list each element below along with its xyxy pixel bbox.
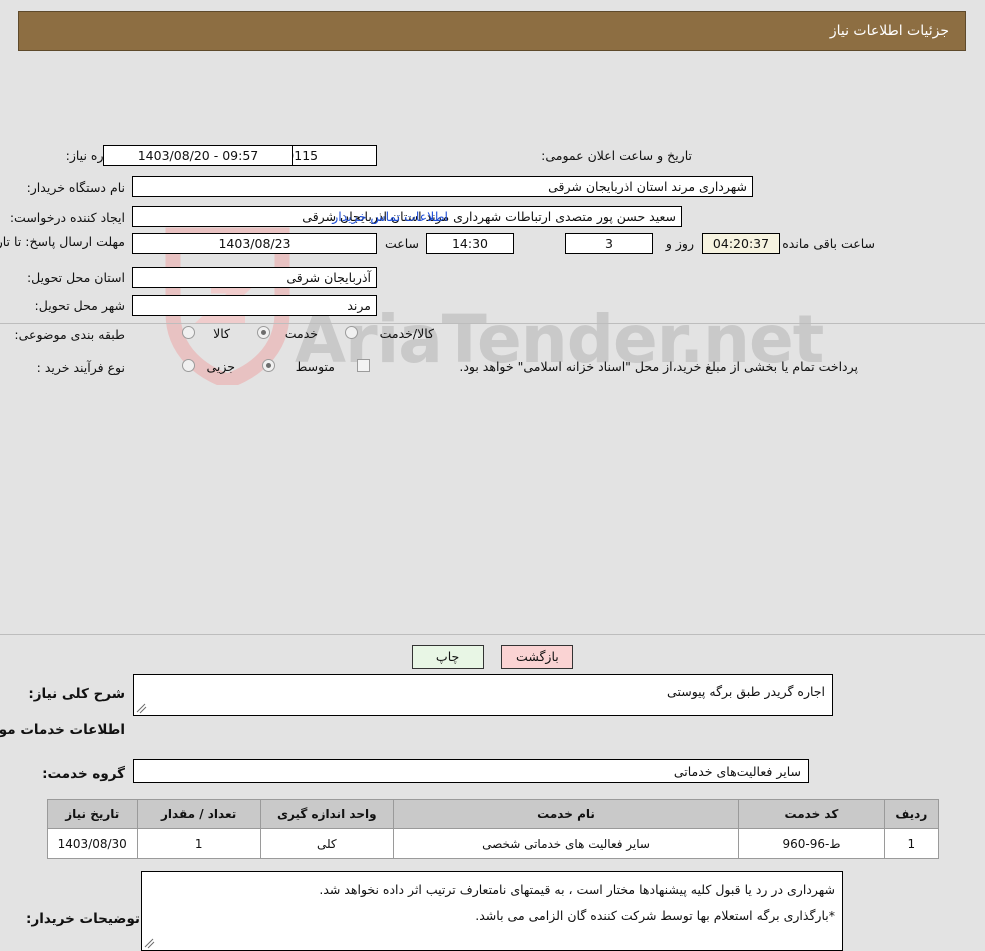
announcement-datetime-label: تاریخ و ساعت اعلان عمومی: <box>541 148 692 163</box>
delivery-province-value: آذربایجان شرقی <box>132 267 377 288</box>
delivery-city-value: مرند <box>132 295 377 316</box>
resize-grip-icon[interactable] <box>144 938 155 949</box>
cell-radif: 1 <box>883 828 940 859</box>
action-button-bar: بازگشت چاپ <box>0 645 985 669</box>
days-and-label: روز و <box>665 236 694 251</box>
column-header-unit: واحد اندازه گیری <box>259 799 394 829</box>
delivery-province-label: استان محل تحویل: <box>26 270 125 285</box>
column-header-need-date: تاریخ نیاز <box>47 799 138 829</box>
column-header-radif: ردیف <box>883 799 940 829</box>
cell-name: سایر فعالیت های خدماتی شخصی <box>392 828 740 859</box>
need-details-panel: شرح کلی نیاز: اجاره گریدر طبق برگه پیوست… <box>0 325 985 951</box>
buyer-notes-textarea[interactable]: شهرداری در رد یا قبول کلیه پیشنهادها مخت… <box>141 871 843 951</box>
cell-quantity: 1 <box>136 828 261 859</box>
general-description-value: اجاره گریدر طبق برگه پیوستی <box>667 684 825 699</box>
cell-need-date: 1403/08/30 <box>47 828 138 859</box>
print-button[interactable]: چاپ <box>411 645 484 669</box>
column-header-name: نام خدمت <box>392 799 740 829</box>
service-group-field[interactable]: سایر فعالیت‌های خدماتی <box>133 759 809 783</box>
remaining-time-value: 04:20:37 <box>702 233 780 254</box>
announcement-datetime-value: 09:57 - 1403/08/20 <box>103 145 293 166</box>
cell-unit: کلی <box>259 828 394 859</box>
general-description-label: شرح کلی نیاز: <box>28 686 125 702</box>
buyer-notes-line-1: شهرداری در رد یا قبول کلیه پیشنهادها مخت… <box>319 882 835 897</box>
buyer-organisation-value: شهرداری مرند استان اذربایجان شرقی <box>132 176 753 197</box>
response-deadline-label: مهلت ارسال پاسخ: تا تاریخ: <box>0 234 125 249</box>
summary-panel: شماره نیاز: 1103050150000115 تاریخ و ساع… <box>0 62 985 375</box>
back-button[interactable]: بازگشت <box>501 645 574 669</box>
service-group-label: گروه خدمت: <box>42 766 125 782</box>
column-header-quantity: تعداد / مقدار <box>136 799 261 829</box>
table-row: 1 ط-96-960 سایر فعالیت های خدماتی شخصی ک… <box>47 828 940 859</box>
buyer-contact-link[interactable]: اطلاعات تماس خریدار <box>307 209 448 224</box>
deadline-date-value: 1403/08/23 <box>132 233 377 254</box>
deadline-time-value: 14:30 <box>426 233 514 254</box>
cell-code: ط-96-960 <box>738 828 885 859</box>
remaining-suffix-label: ساعت باقی مانده <box>782 236 875 251</box>
buyer-notes-label: توضیحات خریدار: <box>26 911 140 927</box>
resize-grip-icon[interactable] <box>136 703 147 714</box>
remaining-days-value: 3 <box>565 233 653 254</box>
deadline-hour-label: ساعت <box>384 236 419 251</box>
requester-label: ایجاد کننده درخواست: <box>9 210 125 225</box>
page-header-bar: جزئیات اطلاعات نیاز <box>18 11 966 51</box>
buyer-notes-line-2: *بارگذاری برگه استعلام بها توسط شرکت کنن… <box>475 907 835 923</box>
delivery-city-label: شهر محل تحویل: <box>34 298 125 313</box>
service-items-table: ردیف کد خدمت نام خدمت واحد اندازه گیری ت… <box>47 799 940 859</box>
service-group-value: سایر فعالیت‌های خدماتی <box>673 764 801 779</box>
column-header-code: کد خدمت <box>738 799 885 829</box>
table-header-row: ردیف کد خدمت نام خدمت واحد اندازه گیری ت… <box>47 799 940 829</box>
page-title: جزئیات اطلاعات نیاز <box>829 23 949 39</box>
services-info-heading: اطلاعات خدمات مورد نیاز <box>0 722 125 738</box>
buyer-organisation-label: نام دستگاه خریدار: <box>26 180 125 195</box>
general-description-textarea[interactable]: اجاره گریدر طبق برگه پیوستی <box>133 674 833 716</box>
